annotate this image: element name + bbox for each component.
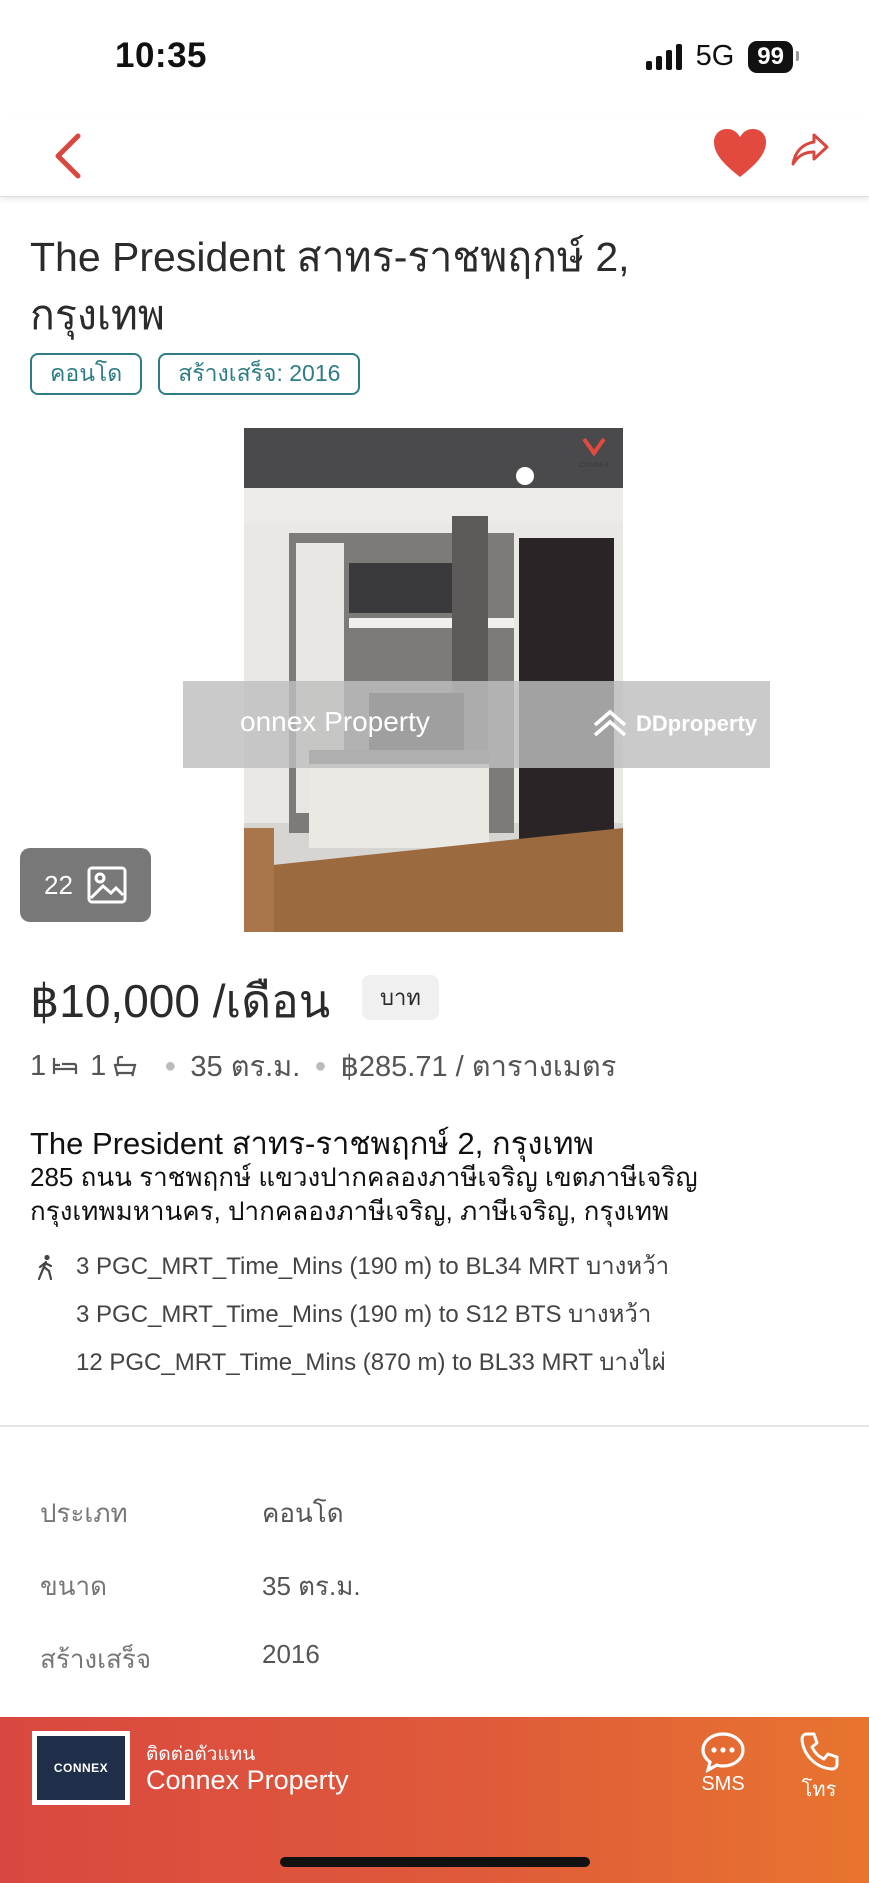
section-divider xyxy=(0,1425,869,1427)
network-type: 5G xyxy=(695,40,735,72)
agent-name[interactable]: Connex Property xyxy=(146,1765,349,1796)
bed-icon xyxy=(52,1055,78,1077)
sms-button[interactable]: SMS xyxy=(696,1731,750,1796)
listing-tags: คอนโด สร้างเสร็จ: 2016 xyxy=(30,353,361,395)
detail-value: 35 ตร.ม. xyxy=(262,1571,361,1601)
ddproperty-logo-icon xyxy=(593,709,627,737)
photo-logo: CONNEX xyxy=(579,437,609,469)
signal-icon xyxy=(645,43,682,70)
transit-list: 3 PGC_MRT_Time_Mins (190 m) to BL34 MRT … xyxy=(36,1250,669,1394)
photo-count: 22 xyxy=(44,869,73,900)
transit-text: 12 PGC_MRT_Time_Mins (870 m) to BL33 MRT… xyxy=(76,1349,666,1376)
back-chevron-icon xyxy=(55,133,81,179)
listing-photo[interactable]: CONNEX xyxy=(244,428,623,932)
transit-text: 3 PGC_MRT_Time_Mins (190 m) to BL34 MRT … xyxy=(76,1253,670,1280)
address: 285 ถนน ราชพฤกษ์ แขวงปากคลองภาษีเจริญ เข… xyxy=(30,1160,830,1228)
photo-logo-text: CONNEX xyxy=(579,462,609,469)
address-line-2: กรุงเทพมหานคร, ปากคลองภาษีเจริญ, ภาษีเจร… xyxy=(30,1196,670,1226)
status-time: 10:35 xyxy=(115,36,208,75)
share-button[interactable] xyxy=(790,129,836,179)
photo-count-button[interactable]: 22 xyxy=(20,848,151,922)
tag-property-type: คอนโด xyxy=(30,353,143,395)
baths-count: 1 xyxy=(90,1049,107,1082)
detail-label: ประเภท xyxy=(40,1498,128,1528)
heart-icon xyxy=(714,129,766,177)
agent-logo-text: CONNEX xyxy=(37,1736,125,1800)
separator-dot: ● xyxy=(164,1054,177,1077)
sms-icon xyxy=(701,1732,745,1773)
price-per-sqm: ฿285.71 / ตารางเมตร xyxy=(340,1051,617,1083)
listing-specs: 1 1 ● 35 ตร.ม. ● ฿285.71 / ตารางเมตร xyxy=(30,1043,616,1089)
phone-icon xyxy=(800,1732,839,1771)
watermark-ddproperty: DDproperty xyxy=(592,708,757,740)
favorite-button[interactable] xyxy=(712,127,768,183)
currency-switch[interactable]: บาท xyxy=(362,975,439,1020)
detail-value: คอนโด xyxy=(262,1498,344,1528)
detail-label: สร้างเสร็จ xyxy=(40,1644,152,1674)
watermark-connex: onnex Property xyxy=(240,706,430,737)
gallery-icon xyxy=(87,866,127,904)
back-button[interactable] xyxy=(42,129,92,183)
call-label: โทร xyxy=(801,1779,837,1801)
top-nav-bar xyxy=(0,115,869,197)
share-icon xyxy=(791,133,829,166)
home-indicator[interactable] xyxy=(280,1857,590,1867)
bath-icon xyxy=(112,1055,138,1077)
transit-item: 3 PGC_MRT_Time_Mins (190 m) to BL34 MRT … xyxy=(36,1250,669,1298)
listing-title: The President สาทร-ราชพฤกษ์ 2, กรุงเทพ xyxy=(30,234,630,338)
area-size: 35 ตร.ม. xyxy=(190,1051,301,1083)
room-illustration xyxy=(244,428,623,932)
beds-count: 1 xyxy=(30,1049,47,1082)
transit-item: 3 PGC_MRT_Time_Mins (190 m) to S12 BTS บ… xyxy=(36,1298,669,1346)
listing-price: ฿10,000 /เดือน xyxy=(30,975,331,1027)
address-line-1: 285 ถนน ราชพฤกษ์ แขวงปากคลองภาษีเจริญ เข… xyxy=(30,1162,698,1192)
battery-indicator: 99 xyxy=(748,40,799,73)
transit-text: 3 PGC_MRT_Time_Mins (190 m) to S12 BTS บ… xyxy=(76,1301,652,1328)
status-bar: 10:35 5G 99 xyxy=(0,0,869,115)
tag-completed-year: สร้างเสร็จ: 2016 xyxy=(158,353,361,395)
detail-label: ขนาด xyxy=(40,1571,108,1601)
sms-label: SMS xyxy=(701,1773,745,1795)
separator-dot: ● xyxy=(314,1054,327,1077)
agent-logo[interactable]: CONNEX xyxy=(32,1731,130,1805)
walk-icon xyxy=(37,1254,53,1280)
call-button[interactable]: โทร xyxy=(792,1731,846,1805)
transit-item: 12 PGC_MRT_Time_Mins (870 m) to BL33 MRT… xyxy=(36,1346,669,1394)
detail-value: 2016 xyxy=(262,1639,320,1669)
ddproperty-text: DDproperty xyxy=(636,711,758,736)
status-indicators: 5G 99 xyxy=(645,40,799,73)
